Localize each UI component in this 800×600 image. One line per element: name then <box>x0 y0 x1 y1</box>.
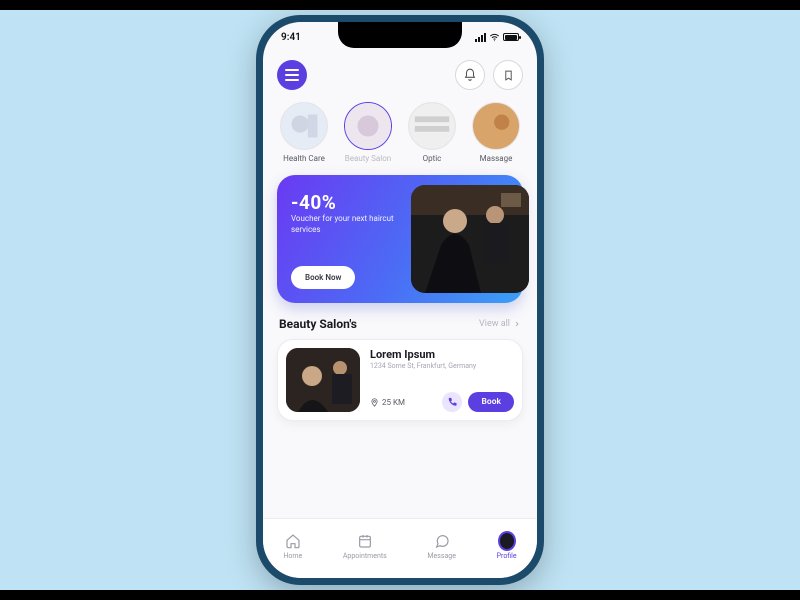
category-label: Health Care <box>283 154 325 163</box>
status-indicators <box>475 32 519 43</box>
avatar-icon <box>498 531 516 551</box>
calendar-icon <box>357 533 373 549</box>
category-row[interactable]: Health Care Beauty Salon Optic Massage <box>277 100 523 175</box>
location-icon <box>370 398 379 407</box>
category-beauty-salon[interactable]: Beauty Salon <box>341 102 395 163</box>
bell-icon <box>463 68 477 82</box>
category-health-care[interactable]: Health Care <box>277 102 331 163</box>
battery-icon <box>503 33 519 41</box>
bottom-nav: Home Appointments Message Profile <box>263 518 537 578</box>
view-all-link[interactable]: View all <box>479 319 521 329</box>
bookmark-icon <box>502 69 515 82</box>
promo-book-button[interactable]: Book Now <box>291 266 355 289</box>
chevron-right-icon <box>513 320 521 328</box>
bookmark-button[interactable] <box>493 60 523 90</box>
phone-frame: 9:41 <box>256 15 544 585</box>
promo-image <box>411 185 529 293</box>
status-time: 9:41 <box>281 32 301 43</box>
call-button[interactable] <box>442 392 462 412</box>
category-massage[interactable]: Massage <box>469 102 523 163</box>
chat-icon <box>434 533 450 549</box>
promo-caption: Voucher for your next haircut services <box>291 214 401 236</box>
nav-message[interactable]: Message <box>427 532 456 560</box>
phone-icon <box>447 397 457 407</box>
nav-profile[interactable]: Profile <box>497 532 517 560</box>
notch <box>338 22 462 48</box>
category-label: Beauty Salon <box>345 154 391 163</box>
salon-distance: 25 KM <box>370 398 405 407</box>
promo-banner[interactable]: -40% Voucher for your next haircut servi… <box>277 175 523 303</box>
menu-button[interactable] <box>277 60 307 90</box>
salon-address: 1234 Some St, Frankfurt, Germany <box>370 362 514 370</box>
nav-appointments[interactable]: Appointments <box>343 532 387 560</box>
salon-card[interactable]: Lorem Ipsum 1234 Some St, Frankfurt, Ger… <box>277 339 523 421</box>
category-optic[interactable]: Optic <box>405 102 459 163</box>
notifications-button[interactable] <box>455 60 485 90</box>
category-label: Optic <box>423 154 442 163</box>
salon-image <box>286 348 360 412</box>
screen: 9:41 <box>263 22 537 578</box>
nav-home[interactable]: Home <box>283 532 302 560</box>
section-title: Beauty Salon's <box>279 317 357 331</box>
home-icon <box>285 533 301 549</box>
category-label: Massage <box>480 154 513 163</box>
cellular-icon <box>475 33 486 42</box>
salon-book-button[interactable]: Book <box>468 392 514 412</box>
salon-name: Lorem Ipsum <box>370 348 514 361</box>
wifi-icon <box>489 32 500 43</box>
